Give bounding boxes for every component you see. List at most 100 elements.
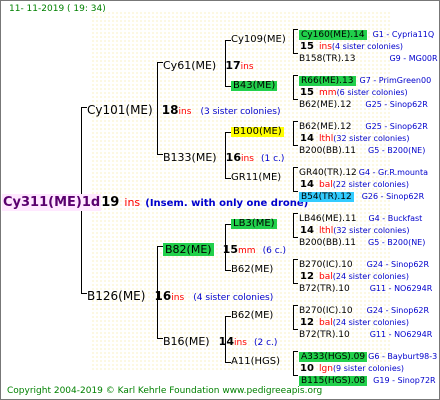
gen2-row: B82(ME) 15mm (6 c.) (163, 240, 286, 256)
gen4-row: B62(ME).12 G25 - Sinop62R (299, 116, 428, 132)
queen-ins: ins (171, 293, 185, 303)
root-number: 19 (101, 195, 120, 210)
queen-name[interactable]: R66(ME).13 (299, 76, 356, 86)
queen-origin: G4 - Buckfast (368, 214, 423, 223)
gen4-row: LB46(ME).11 G4 - Buckfast (299, 208, 422, 224)
queen-origin: G9 - MG00R (389, 54, 438, 63)
connector (293, 99, 298, 100)
queen-origin: G19 - Sinop72R (373, 376, 436, 385)
gen4-row: B270(IC).10 G24 - Sinop62R (299, 300, 429, 316)
gen4-row: B158(TR).13 G9 - MG00R (299, 48, 438, 64)
gen4-row: B62(ME).12 G25 - Sinop62R (299, 94, 428, 110)
connector (293, 375, 298, 376)
connector (293, 351, 298, 352)
connector (293, 29, 298, 30)
queen-name[interactable]: B72(TR).10 (299, 330, 350, 340)
connector (293, 237, 298, 238)
gen2-row: Cy61(ME) 17ins (163, 56, 254, 72)
queen-number: 16 (225, 151, 241, 164)
gen2-row: B133(ME) 16ins (1 c.) (163, 148, 284, 164)
gen1-row: Cy101(ME) 18ins (3 sister colonies) (87, 101, 281, 117)
gen1-row: B126(ME) 16ins (4 sister colonies) (87, 287, 273, 303)
gen2-row: B16(ME) 14ins (2 c.) (163, 332, 277, 348)
queen-origin: G11 - NO6294R (369, 284, 433, 293)
queen-name[interactable]: LB46(ME).11 (299, 214, 356, 224)
queen-name[interactable]: B158(TR).13 (299, 54, 355, 64)
connector (293, 121, 294, 145)
queen-name[interactable]: Cy160(ME).14 (299, 30, 367, 40)
connector (293, 121, 298, 122)
queen-name[interactable]: Cy101(ME) (87, 103, 153, 117)
queen-origin: G26 - Sinop62R (361, 192, 425, 201)
queen-name[interactable]: B82(ME) (163, 243, 214, 256)
queen-number: 16 (154, 289, 172, 303)
root-ins: ins (124, 196, 141, 209)
queen-name[interactable]: A333(HGS).09 (299, 352, 368, 362)
queen-name[interactable]: B270(IC).10 (299, 306, 353, 316)
gen4-row: B200(BB).11 G5 - B200(NE) (299, 232, 425, 248)
queen-number: 18 (161, 103, 179, 117)
queen-ins: ins (233, 338, 247, 348)
queen-name[interactable]: B43(ME) (231, 81, 278, 91)
queen-ins: ins (240, 62, 254, 72)
connector (293, 351, 294, 375)
queen-name[interactable]: B62(ME).12 (299, 100, 351, 110)
gen4-row: B54(TR).12 G26 - Sinop62R (299, 186, 424, 202)
connector (293, 305, 298, 306)
gen4-row: B270(IC).10 G24 - Sinop62R (299, 254, 429, 270)
queen-origin: G5 - B200(NE) (368, 146, 426, 155)
root-queen[interactable]: Cy311(ME)1d (2, 194, 102, 211)
queen-name[interactable]: B62(ME).12 (299, 122, 351, 132)
connector (293, 213, 298, 214)
queen-name[interactable]: B200(BB).11 (299, 146, 356, 156)
queen-number: 14 (218, 335, 234, 348)
queen-name[interactable]: B62(ME) (231, 265, 273, 275)
connector (293, 145, 298, 146)
queen-note: (6 c.) (262, 246, 287, 256)
root-note: (Insem. with only one drone) (145, 198, 309, 209)
queen-origin: G25 - Sinop62R (365, 122, 428, 131)
queen-name[interactable]: GR11(ME) (231, 173, 281, 183)
queen-ins: mm (237, 246, 256, 256)
queen-name[interactable]: B100(ME) (231, 127, 284, 137)
connector (293, 259, 298, 260)
queen-name[interactable]: B133(ME) (163, 151, 217, 164)
queen-name[interactable]: LB3(ME) (231, 219, 277, 229)
connector (293, 75, 298, 76)
connector (293, 283, 298, 284)
queen-name[interactable]: B200(BB).11 (299, 238, 356, 248)
connector (293, 213, 294, 237)
connector (293, 75, 294, 99)
connector (293, 167, 298, 168)
connector (293, 167, 294, 191)
queen-number: 15 (222, 243, 238, 256)
connector (293, 329, 298, 330)
queen-name[interactable]: GR40(TR).12 (299, 168, 357, 178)
queen-name[interactable]: Cy61(ME) (163, 59, 216, 72)
queen-name[interactable]: B126(ME) (87, 289, 145, 303)
gen4-row: B200(BB).11 G5 - B200(NE) (299, 140, 425, 156)
queen-ins: ins (240, 154, 254, 164)
queen-origin: G24 - Sinop62R (366, 306, 430, 315)
queen-origin: G4 - Gr.R.mounta (358, 168, 429, 177)
connector (293, 29, 294, 53)
connector (293, 305, 294, 329)
copyright: Copyright 2004-2019 © Karl Kehrle Founda… (7, 386, 323, 396)
queen-name[interactable]: B115(HGS).08 (299, 376, 368, 386)
queen-name[interactable]: B54(TR).12 (299, 192, 354, 202)
queen-name[interactable]: Cy109(ME) (231, 35, 286, 45)
gen4-row: GR40(TR).12 G4 - Gr.R.mounta (299, 162, 428, 178)
queen-name[interactable]: B72(TR).10 (299, 284, 350, 294)
queen-note: (2 c.) (253, 338, 278, 348)
gen4-row: A333(HGS).09 G6 - Bayburt98-3 (299, 346, 437, 362)
queen-note: (1 c.) (260, 154, 285, 164)
queen-name[interactable]: B62(ME) (231, 311, 273, 321)
connector (293, 259, 294, 283)
queen-origin: G11 - NO6294R (369, 330, 433, 339)
queen-name[interactable]: B16(ME) (163, 335, 210, 348)
queen-origin: G1 - Cypria11Q (372, 30, 435, 39)
queen-name[interactable]: A11(HGS) (231, 357, 280, 367)
gen4-row: Cy160(ME).14 G1 - Cypria11Q (299, 24, 434, 40)
queen-origin: G5 - B200(NE) (368, 238, 426, 247)
queen-name[interactable]: B270(IC).10 (299, 260, 353, 270)
